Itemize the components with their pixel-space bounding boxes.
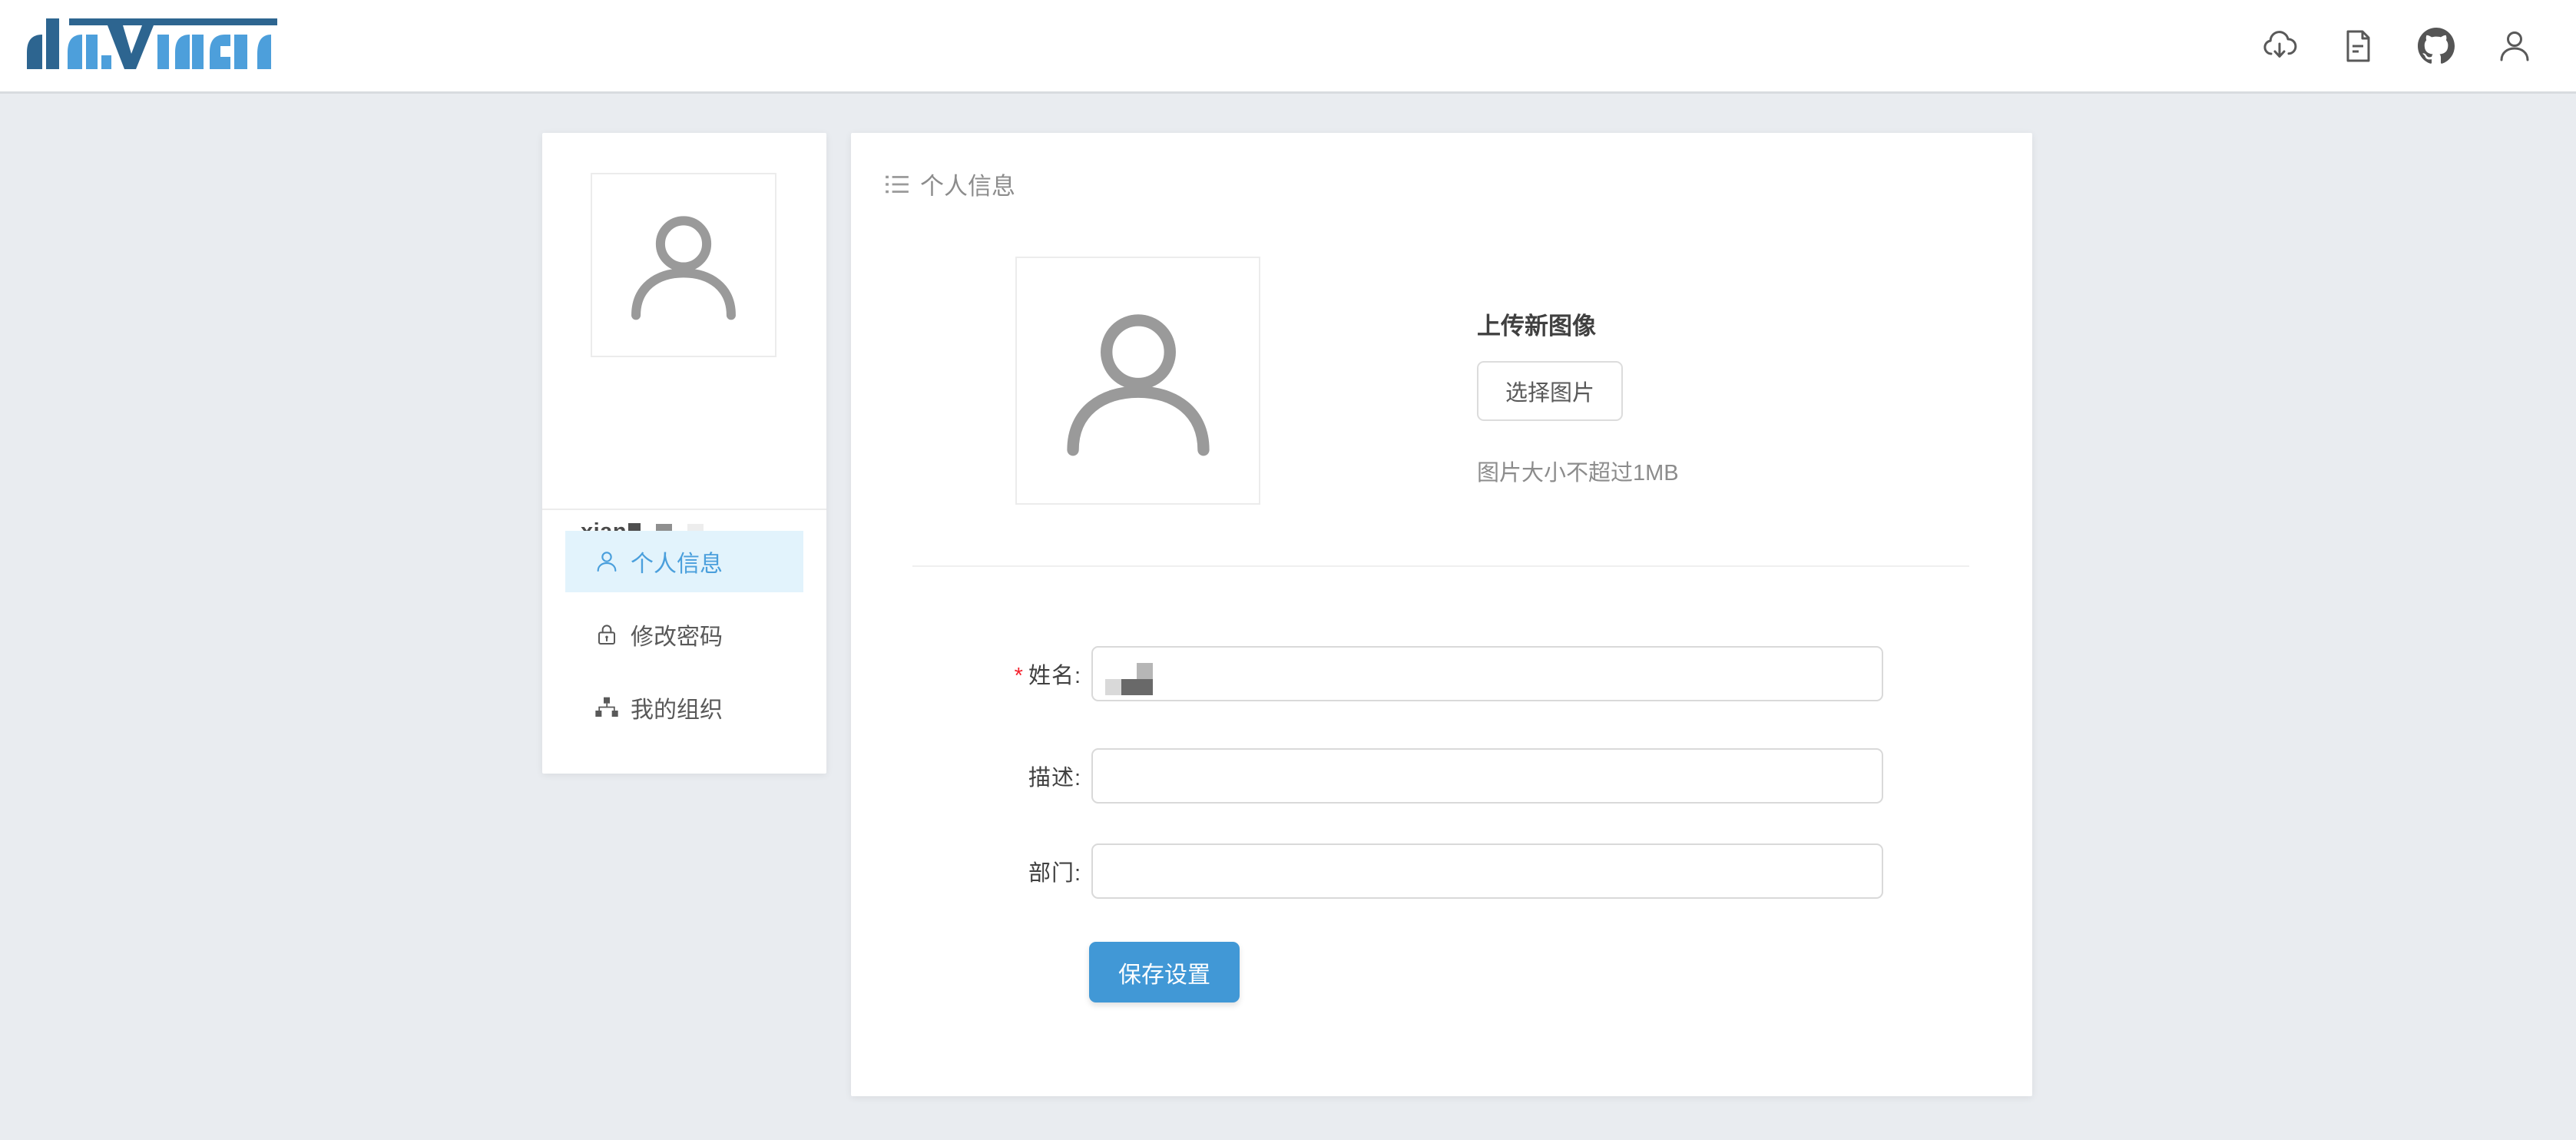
org-chart-icon [594,695,619,720]
department-input[interactable] [1091,843,1883,899]
name-value-redaction-block [1137,663,1153,679]
sidebar-item-my-organizations[interactable]: 我的组织 [565,677,803,738]
sidebar-divider [542,509,826,510]
personal-info-panel: 个人信息 上传新图像 选择图片 图片大小不超过1MB *姓名: 描述: [851,133,2032,1096]
form-row-description: 描述: [851,748,1883,804]
sidebar-avatar [591,173,776,357]
department-label: 部门: [851,855,1081,887]
profile-avatar-preview [1015,257,1260,505]
required-asterisk: * [1015,664,1024,688]
description-label: 描述: [851,760,1081,792]
profile-sidebar: xian 个人信息 修改密码 [542,133,826,774]
choose-image-button[interactable]: 选择图片 [1477,361,1623,421]
name-label: *姓名: [851,658,1081,690]
section-divider [912,565,1969,567]
upload-section: 上传新图像 选择图片 图片大小不超过1MB [1477,307,1679,487]
lock-icon [594,622,619,647]
form-row-name: *姓名: [851,646,1883,701]
davinci-logo[interactable] [27,18,277,73]
sidebar-item-label: 修改密码 [631,618,723,651]
save-settings-button[interactable]: 保存设置 [1089,942,1240,1002]
panel-header: 个人信息 [884,167,1015,201]
name-value-redaction-block [1105,679,1121,695]
panel-title: 个人信息 [920,167,1015,201]
sidebar-item-label: 个人信息 [631,545,723,578]
description-input[interactable] [1091,748,1883,804]
person-icon [594,549,619,574]
form-row-department: 部门: [851,843,1883,899]
name-value-redaction-block [1121,679,1153,695]
department-input-wrap [1091,843,1883,899]
user-icon[interactable] [2496,28,2533,65]
avatar-placeholder-icon [618,199,750,331]
github-icon[interactable] [2418,28,2455,65]
name-input-wrap [1091,646,1883,701]
name-input[interactable] [1091,646,1883,701]
sidebar-item-change-password[interactable]: 修改密码 [565,604,803,665]
document-icon[interactable] [2339,28,2376,65]
upload-title: 上传新图像 [1477,307,1679,341]
upload-hint: 图片大小不超过1MB [1477,455,1679,487]
sidebar-menu: 个人信息 修改密码 我的组织 [565,531,803,750]
davinci-logo-icon [27,18,277,69]
sidebar-item-personal-info[interactable]: 个人信息 [565,531,803,592]
description-input-wrap [1091,748,1883,804]
cloud-download-icon[interactable] [2261,28,2298,65]
sidebar-item-label: 我的组织 [631,691,723,724]
avatar-placeholder-icon [1048,290,1229,472]
navbar-actions [2261,28,2533,65]
list-icon [884,171,910,197]
top-navbar [0,0,2576,94]
